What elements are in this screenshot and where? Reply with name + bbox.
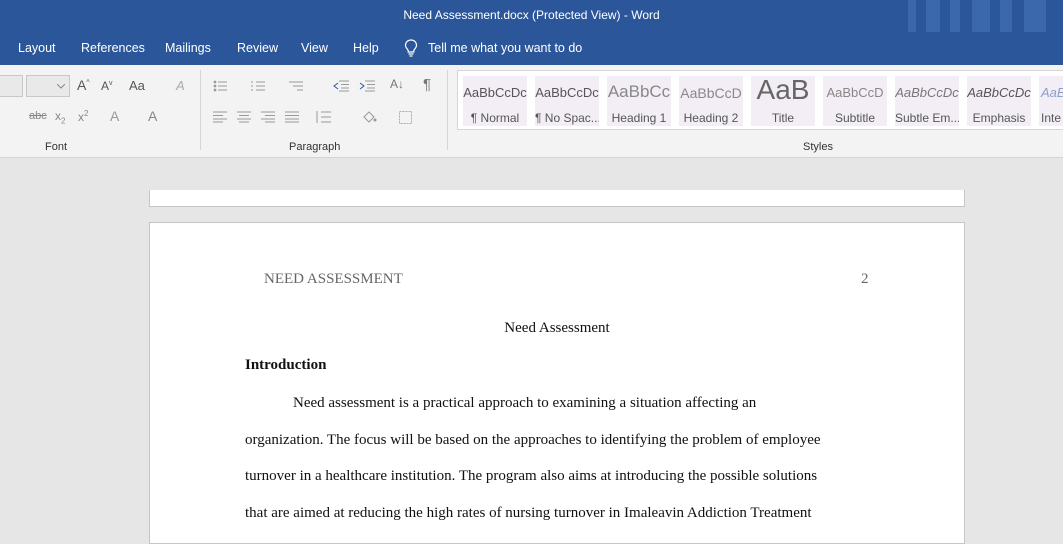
- font-color-button[interactable]: A: [148, 108, 157, 124]
- line-spacing-icon[interactable]: [315, 110, 331, 124]
- document-title: Need Assessment: [504, 320, 610, 336]
- style-preview: AaBbCc: [607, 82, 671, 101]
- clear-formatting-button[interactable]: A: [176, 78, 185, 93]
- style-subtle-emphasis[interactable]: AaBbCcDc Subtle Em...: [895, 76, 959, 126]
- superscript-button[interactable]: x2: [78, 109, 88, 124]
- section-heading: Introduction: [245, 357, 327, 373]
- style-name: Heading 2: [683, 111, 739, 125]
- style-preview: AaB: [756, 74, 810, 105]
- group-separator: [447, 70, 448, 150]
- style-name: ¶ Normal: [470, 111, 520, 125]
- tab-view[interactable]: View: [301, 41, 328, 55]
- style-name: Subtle Em...: [895, 111, 959, 125]
- style-name: Title: [771, 111, 795, 125]
- shading-icon[interactable]: [361, 110, 377, 124]
- running-header: NEED ASSESSMENT: [264, 271, 403, 287]
- window-title: Need Assessment.docx (Protected View) - …: [403, 8, 660, 22]
- tab-review[interactable]: Review: [237, 41, 278, 55]
- style-preview: AaBbCcD: [680, 85, 742, 101]
- paragraph-group-label: Paragraph: [289, 141, 341, 153]
- group-separator: [200, 70, 201, 150]
- chevron-down-icon: [57, 84, 65, 89]
- show-formatting-marks-button[interactable]: ¶: [423, 76, 431, 93]
- tab-mailings[interactable]: Mailings: [165, 41, 211, 55]
- paragraph-line: Need assessment is a practical approach …: [293, 395, 757, 411]
- borders-icon[interactable]: [399, 111, 412, 124]
- style-normal[interactable]: AaBbCcDc ¶ Normal: [463, 76, 527, 126]
- style-subtitle[interactable]: AaBbCcD Subtitle: [823, 76, 887, 126]
- style-preview: AaBbCcDc: [535, 85, 599, 100]
- tab-references[interactable]: References: [81, 41, 145, 55]
- font-group-label: Font: [45, 141, 68, 153]
- title-bar: Need Assessment.docx (Protected View) - …: [0, 0, 1063, 32]
- style-name: Heading 1: [611, 111, 667, 125]
- document-page[interactable]: NEED ASSESSMENT 2 Need Assessment Introd…: [149, 222, 965, 544]
- tab-help[interactable]: Help: [353, 41, 379, 55]
- tell-me-label: Tell me what you want to do: [428, 41, 583, 55]
- style-heading-2[interactable]: AaBbCcD Heading 2: [679, 76, 743, 126]
- decrease-indent-icon[interactable]: [333, 80, 349, 92]
- tell-me-box[interactable]: Tell me what you want to do: [404, 39, 582, 57]
- styles-gallery: AaBbCcDc ¶ Normal AaBbCcDc ¶ No Spac... …: [457, 70, 1063, 130]
- style-preview: AaBbCcD: [826, 85, 884, 100]
- strikethrough-button[interactable]: abc: [29, 110, 47, 122]
- subscript-button[interactable]: x2: [55, 109, 65, 125]
- style-name: Inte: [1041, 111, 1062, 125]
- lightbulb-icon: [404, 39, 418, 57]
- style-emphasis[interactable]: AaBbCcDc Emphasis: [967, 76, 1031, 126]
- style-name: Subtitle: [834, 111, 876, 125]
- style-preview: AaBbCcDc: [895, 85, 959, 100]
- tab-layout[interactable]: Layout: [18, 41, 56, 55]
- paragraph-line: organization. The focus will be based on…: [245, 432, 821, 448]
- bullets-icon[interactable]: [213, 80, 227, 92]
- align-right-icon[interactable]: [261, 111, 275, 123]
- justify-icon[interactable]: [285, 111, 299, 123]
- font-size-combo[interactable]: [26, 75, 70, 97]
- align-center-icon[interactable]: [237, 111, 251, 123]
- style-heading-1[interactable]: AaBbCc Heading 1: [607, 76, 671, 126]
- numbering-icon[interactable]: [251, 80, 265, 92]
- style-no-spacing[interactable]: AaBbCcDc ¶ No Spac...: [535, 76, 599, 126]
- shrink-font-button[interactable]: Av: [101, 79, 113, 93]
- sort-button[interactable]: A↓: [390, 77, 404, 91]
- text-effects-button[interactable]: A: [110, 108, 119, 124]
- style-name: Emphasis: [972, 111, 1026, 125]
- ribbon: A^ Av Aa A abc x2 x2 A A Font A↓ ¶ Parag…: [0, 65, 1063, 158]
- style-preview: AaBl: [1041, 85, 1063, 100]
- multilevel-list-icon[interactable]: [289, 80, 303, 92]
- paragraph-line: that are aimed at reducing the high rate…: [245, 505, 812, 521]
- font-name-combo[interactable]: [0, 75, 23, 97]
- style-preview: AaBbCcDc: [967, 85, 1031, 100]
- style-intense-emphasis[interactable]: AaBl Inte: [1039, 76, 1063, 126]
- page-number: 2: [861, 271, 869, 287]
- ribbon-tabs: Layout References Mailings Review View H…: [0, 32, 1063, 65]
- style-preview: AaBbCcDc: [463, 85, 527, 100]
- styles-group-label: Styles: [803, 141, 833, 153]
- change-case-button[interactable]: Aa: [129, 78, 145, 93]
- style-name: ¶ No Spac...: [535, 111, 599, 125]
- style-title[interactable]: AaB Title: [751, 74, 815, 126]
- previous-page-bottom: [149, 190, 965, 207]
- align-left-icon[interactable]: [213, 111, 227, 123]
- increase-indent-icon[interactable]: [359, 80, 375, 92]
- grow-font-button[interactable]: A^: [77, 77, 90, 93]
- paragraph-line: turnover in a healthcare institution. Th…: [245, 468, 818, 484]
